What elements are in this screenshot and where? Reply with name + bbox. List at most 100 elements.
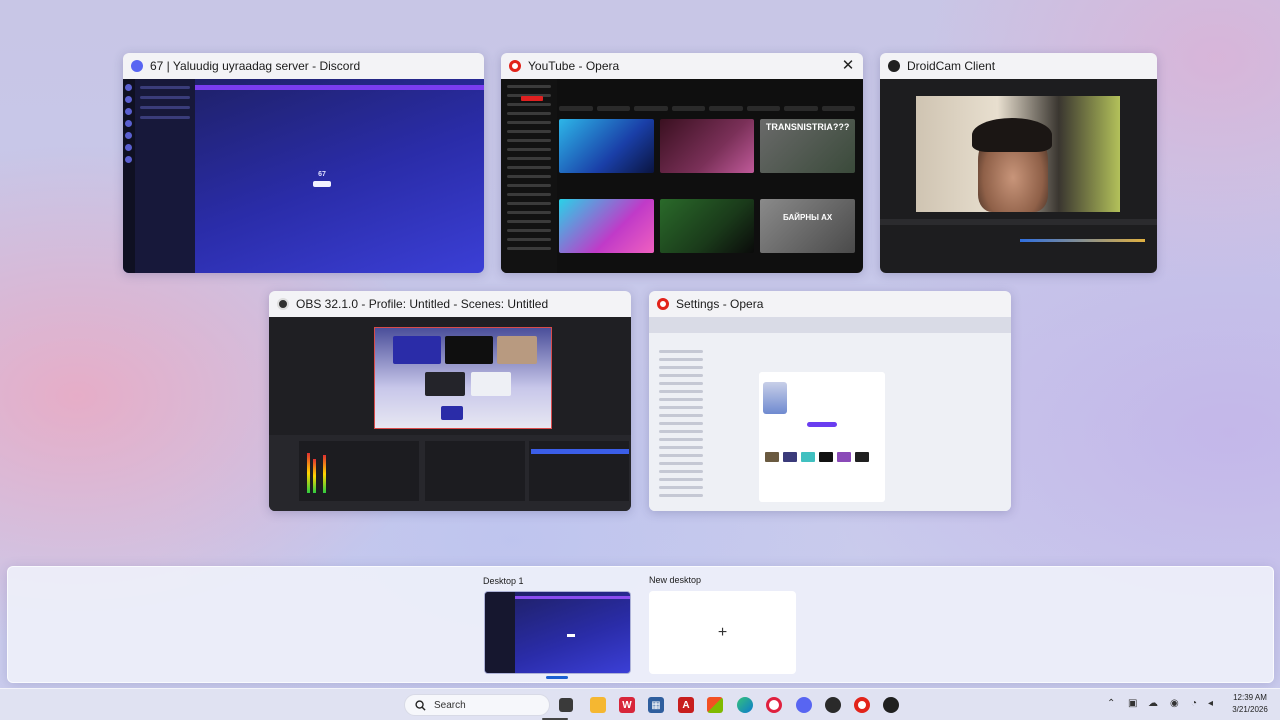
preview-window	[425, 372, 465, 396]
window-title: YouTube - Opera	[528, 59, 620, 73]
scene-transitions	[425, 441, 525, 501]
active-desktop-indicator	[546, 676, 568, 679]
acrobat-icon[interactable]: A	[678, 697, 694, 713]
window-titlebar: YouTube - Opera	[501, 53, 863, 79]
video-thumbnail	[559, 119, 654, 173]
clock-time: 12:39 AM	[1233, 693, 1267, 702]
opera-icon	[657, 298, 669, 310]
new-desktop-button[interactable]: +	[649, 591, 796, 674]
audio-level-slider	[1020, 239, 1145, 242]
yt-sidebar	[501, 79, 557, 273]
task-view-icon[interactable]	[559, 698, 573, 712]
calculator-icon[interactable]: ▦	[648, 697, 664, 713]
youtube-logo	[521, 96, 543, 101]
video-thumbnail	[659, 119, 755, 173]
start-icon[interactable]	[381, 697, 397, 713]
server-welcome: 67	[313, 171, 331, 187]
opera-icon[interactable]	[854, 697, 870, 713]
video-title-overlay: TRANSNISTRIA???	[765, 122, 850, 132]
obs-icon	[277, 298, 289, 310]
window-droidcam[interactable]: DroidCam Client	[880, 53, 1157, 273]
window-settings-opera[interactable]: Settings - Opera	[649, 291, 1011, 511]
welcome-button	[313, 181, 331, 187]
video-thumbnail: БАЙРНЫ АХ	[760, 199, 855, 253]
mic-icon[interactable]: ◉	[1170, 698, 1179, 709]
window-obs[interactable]: OBS 32.1.0 - Profile: Untitled - Scenes:…	[269, 291, 631, 511]
droidcam-icon[interactable]	[883, 697, 899, 713]
clock-date: 3/21/2026	[1232, 705, 1268, 714]
preview-window	[471, 372, 511, 396]
network-icon[interactable]: ▣	[1128, 698, 1137, 709]
window-preview	[880, 79, 1157, 273]
camera-person-hair	[972, 118, 1052, 152]
window-title: DroidCam Client	[907, 59, 996, 73]
cloud-icon[interactable]: ☁	[1148, 698, 1158, 709]
server-list	[123, 79, 135, 273]
wifi-icon[interactable]: ◔	[1191, 698, 1197, 709]
chevron-up-icon[interactable]: ⌃	[1107, 698, 1115, 709]
virtual-desktops-panel: Desktop 1 New desktop +	[7, 566, 1274, 683]
search-placeholder: Search	[434, 699, 466, 711]
wallpaper-preview	[763, 382, 787, 414]
window-youtube-opera[interactable]: YouTube - Opera ✕ TRANSNISTRIA??? БАЙРНЫ…	[501, 53, 863, 273]
plus-icon: +	[717, 623, 728, 641]
window-titlebar: 67 | Yaluudig uyraadag server - Discord	[123, 53, 484, 79]
new-desktop-label: New desktop	[649, 575, 702, 585]
camera-feed	[916, 96, 1120, 212]
store-icon[interactable]	[707, 697, 723, 713]
browser-tabbar	[649, 317, 1011, 333]
video-thumbnail	[659, 199, 755, 253]
desktop-thumb-sidebar	[485, 592, 515, 673]
window-title: 67 | Yaluudig uyraadag server - Discord	[150, 59, 361, 73]
yt-chips	[559, 106, 855, 111]
edge-icon[interactable]	[737, 697, 753, 713]
file-explorer-icon[interactable]	[590, 697, 606, 713]
window-title: OBS 32.1.0 - Profile: Untitled - Scenes:…	[296, 297, 549, 311]
speaker-icon[interactable]: ◂	[1208, 698, 1213, 709]
discord-icon[interactable]	[796, 697, 812, 713]
desktop-1-label: Desktop 1	[483, 576, 524, 586]
search-icon	[415, 699, 426, 711]
window-preview: TRANSNISTRIA??? БАЙРНЫ АХ	[501, 79, 863, 273]
desktop-thumb-button	[567, 634, 575, 637]
theme-swatches	[765, 452, 869, 462]
audio-meter	[313, 459, 316, 493]
obs-icon[interactable]	[825, 697, 841, 713]
window-preview	[269, 317, 631, 511]
audio-meter	[323, 455, 326, 493]
wps-icon[interactable]: W	[619, 697, 635, 713]
obs-docks	[269, 435, 631, 511]
preview-window	[441, 406, 463, 420]
window-preview: 67	[123, 79, 484, 273]
droidcam-icon	[888, 60, 900, 72]
opera-gx-icon[interactable]	[766, 697, 782, 713]
wallpaper-card	[759, 372, 885, 502]
video-thumbnail: TRANSNISTRIA???	[760, 119, 855, 173]
camera-toolbar	[880, 219, 1157, 225]
video-title-overlay: БАЙРНЫ АХ	[783, 213, 833, 222]
window-title: Settings - Opera	[676, 297, 764, 311]
preview-window	[497, 336, 537, 364]
window-titlebar: DroidCam Client	[880, 53, 1157, 79]
window-discord[interactable]: 67 | Yaluudig uyraadag server - Discord …	[123, 53, 484, 273]
system-clock[interactable]: 12:39 AM 3/21/2026	[1222, 692, 1278, 716]
close-icon[interactable]: ✕	[839, 57, 857, 75]
audio-mixer	[299, 441, 419, 501]
window-preview	[649, 317, 1011, 511]
server-name: 67	[318, 171, 326, 178]
window-titlebar: OBS 32.1.0 - Profile: Untitled - Scenes:…	[269, 291, 631, 317]
search-input[interactable]: Search	[404, 694, 550, 716]
taskbar: Search W ▦ A ⌃ ▣ ☁ ◉ ◔ ◂ 12:39 AM 3/21/2…	[0, 688, 1280, 720]
wallpaper-button	[807, 422, 837, 427]
start-streaming-button	[531, 449, 629, 454]
obs-preview-canvas	[374, 327, 552, 429]
window-titlebar: Settings - Opera	[649, 291, 1011, 317]
notice-bar	[195, 85, 484, 90]
yt-video-grid: TRANSNISTRIA??? БАЙРНЫ АХ	[559, 119, 855, 273]
audio-meter	[307, 453, 310, 493]
preview-window	[393, 336, 441, 364]
desktop-1-thumbnail[interactable]	[484, 591, 631, 674]
opera-icon	[509, 60, 521, 72]
channel-list	[135, 79, 195, 273]
video-thumbnail	[559, 199, 654, 253]
